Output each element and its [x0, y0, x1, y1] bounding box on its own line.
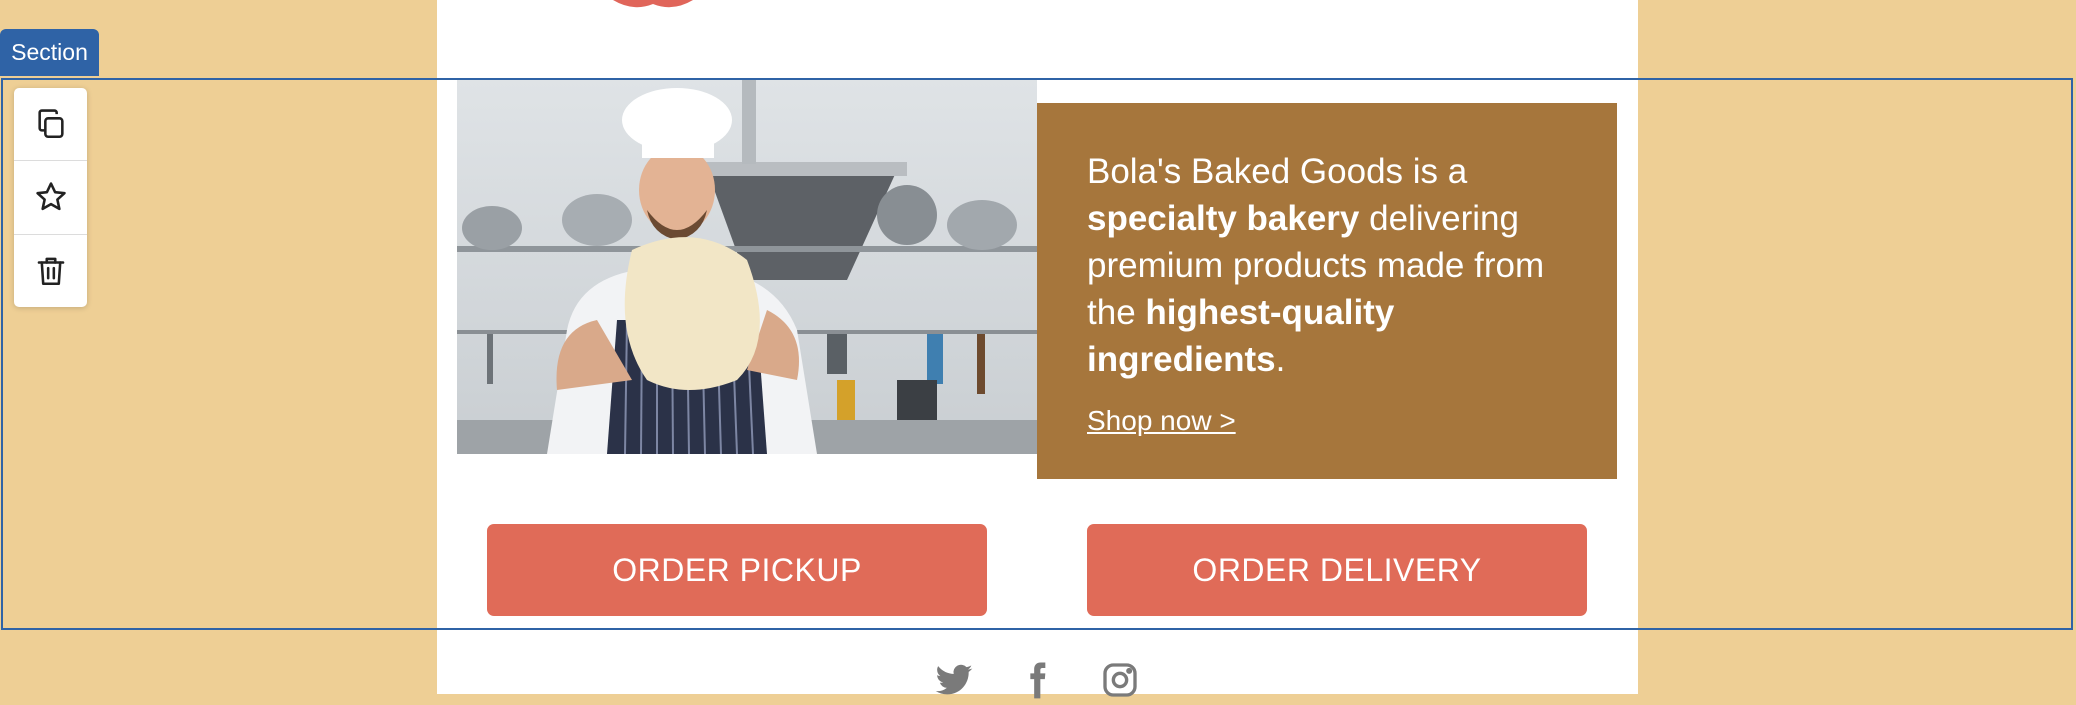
section-tag[interactable]: Section — [0, 29, 99, 76]
shop-now-link[interactable]: Shop now > — [1087, 405, 1236, 437]
hero-text-box[interactable]: Bola's Baked Goods is a specialty bakery… — [1037, 103, 1617, 479]
hero-photo — [457, 80, 1037, 454]
order-pickup-button[interactable]: ORDER PICKUP — [487, 524, 987, 616]
twitter-link[interactable] — [934, 660, 974, 700]
order-delivery-button[interactable]: ORDER DELIVERY — [1087, 524, 1587, 616]
section-toolbar — [14, 88, 87, 307]
twitter-icon — [935, 664, 973, 695]
duplicate-icon — [37, 109, 64, 139]
star-icon — [35, 182, 66, 211]
facebook-icon — [1030, 662, 1046, 699]
delete-button[interactable] — [14, 235, 87, 307]
logo-fragment — [613, 0, 693, 8]
trash-icon — [37, 257, 64, 285]
facebook-link[interactable] — [1017, 660, 1057, 700]
hero-bold-specialty: specialty bakery — [1087, 199, 1360, 238]
hero-text: Bola's Baked Goods is a specialty bakery… — [1087, 152, 1545, 379]
duplicate-button[interactable] — [14, 88, 87, 162]
instagram-icon — [1103, 663, 1137, 697]
instagram-link[interactable] — [1100, 660, 1140, 700]
favorite-button[interactable] — [14, 161, 87, 235]
